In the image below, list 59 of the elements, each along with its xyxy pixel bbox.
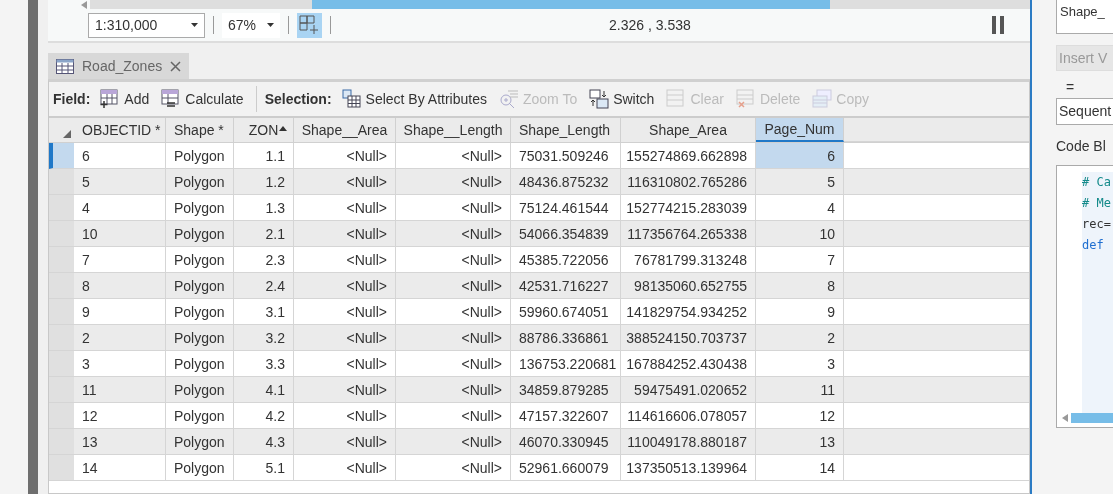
field-list-item[interactable]: Shape_ — [1060, 4, 1113, 19]
expression-field[interactable]: Sequent — [1056, 98, 1113, 125]
code-block-label: Code Bl — [1056, 138, 1107, 156]
fields-list[interactable]: Shape_ — [1056, 0, 1113, 34]
close-icon — [170, 60, 182, 72]
map-scrollbar[interactable] — [90, 0, 1030, 9]
scale-dropdown[interactable]: 1:310,000 — [88, 12, 205, 38]
grid-plus-icon — [299, 14, 319, 35]
table-cell: 14 — [74, 455, 166, 481]
magnifier-icon — [498, 89, 519, 109]
row-selector[interactable] — [49, 143, 74, 169]
toolbar-button[interactable]: Select By Attributes — [337, 86, 491, 112]
scrollbar-thumb[interactable] — [312, 0, 830, 9]
grid-toggle-button[interactable] — [297, 12, 322, 38]
coordinates-text: 2.326 , 3.538 — [609, 17, 692, 33]
code-line: def — [1082, 237, 1105, 254]
scroll-left-arrow-icon[interactable] — [80, 0, 88, 9]
toolbar-button[interactable]: Switch — [585, 86, 659, 112]
column-header[interactable]: OBJECTID * — [74, 118, 166, 142]
scroll-left-arrow-icon — [1062, 414, 1068, 422]
swap-arrows-icon — [589, 89, 610, 109]
column-header[interactable]: ZON — [234, 118, 294, 142]
table-cell: 137350513.139964 — [621, 455, 756, 481]
table-icon — [56, 58, 74, 74]
code-line: # Me — [1082, 195, 1112, 212]
select-all-corner-icon — [63, 130, 71, 138]
code-block-editor[interactable]: # Ca # Me rec= def — [1056, 165, 1113, 428]
zoom-dropdown[interactable]: 67% — [222, 12, 280, 38]
code-line: rec= — [1082, 216, 1112, 233]
column-header[interactable]: Page_Num — [756, 118, 844, 142]
toolbar-group-label: Field: — [53, 91, 91, 107]
column-header[interactable]: Shape * — [166, 118, 234, 142]
table-cell: <Null> — [396, 455, 511, 481]
pause-icon — [992, 16, 1004, 34]
table-cell: <Null> — [294, 455, 396, 481]
table-calculator-icon — [161, 89, 182, 109]
sort-ascending-icon — [279, 126, 287, 131]
dropdown-caret-icon — [191, 23, 198, 27]
toolbar-button[interactable]: Calculate — [157, 86, 248, 112]
toolbar-button[interactable]: Add — [96, 86, 154, 112]
column-header[interactable]: Shape_Length — [511, 118, 621, 142]
table-cell: Polygon — [166, 455, 234, 481]
table-cell: 52961.660079 — [511, 455, 621, 481]
copy-icon — [812, 89, 833, 109]
table-cell: 14 — [756, 455, 844, 481]
table-delete-icon — [735, 89, 756, 109]
table-cell: 5.1 — [234, 455, 294, 481]
scrollbar-thumb[interactable] — [1071, 413, 1113, 423]
column-header[interactable]: Shape__Length — [396, 118, 511, 142]
table-select-icon — [341, 89, 362, 109]
column-header[interactable]: Shape__Area — [294, 118, 396, 142]
toolbar-group-label: Selection: — [264, 91, 332, 107]
equals-sign: = — [1066, 79, 1076, 95]
table-tab[interactable]: Road_Zones — [48, 53, 190, 79]
table-icon — [666, 89, 687, 109]
table-plus-icon — [100, 89, 121, 109]
dropdown-caret-icon — [267, 23, 274, 27]
table-cell: 6 — [756, 143, 844, 169]
code-line: # Ca — [1082, 174, 1112, 191]
